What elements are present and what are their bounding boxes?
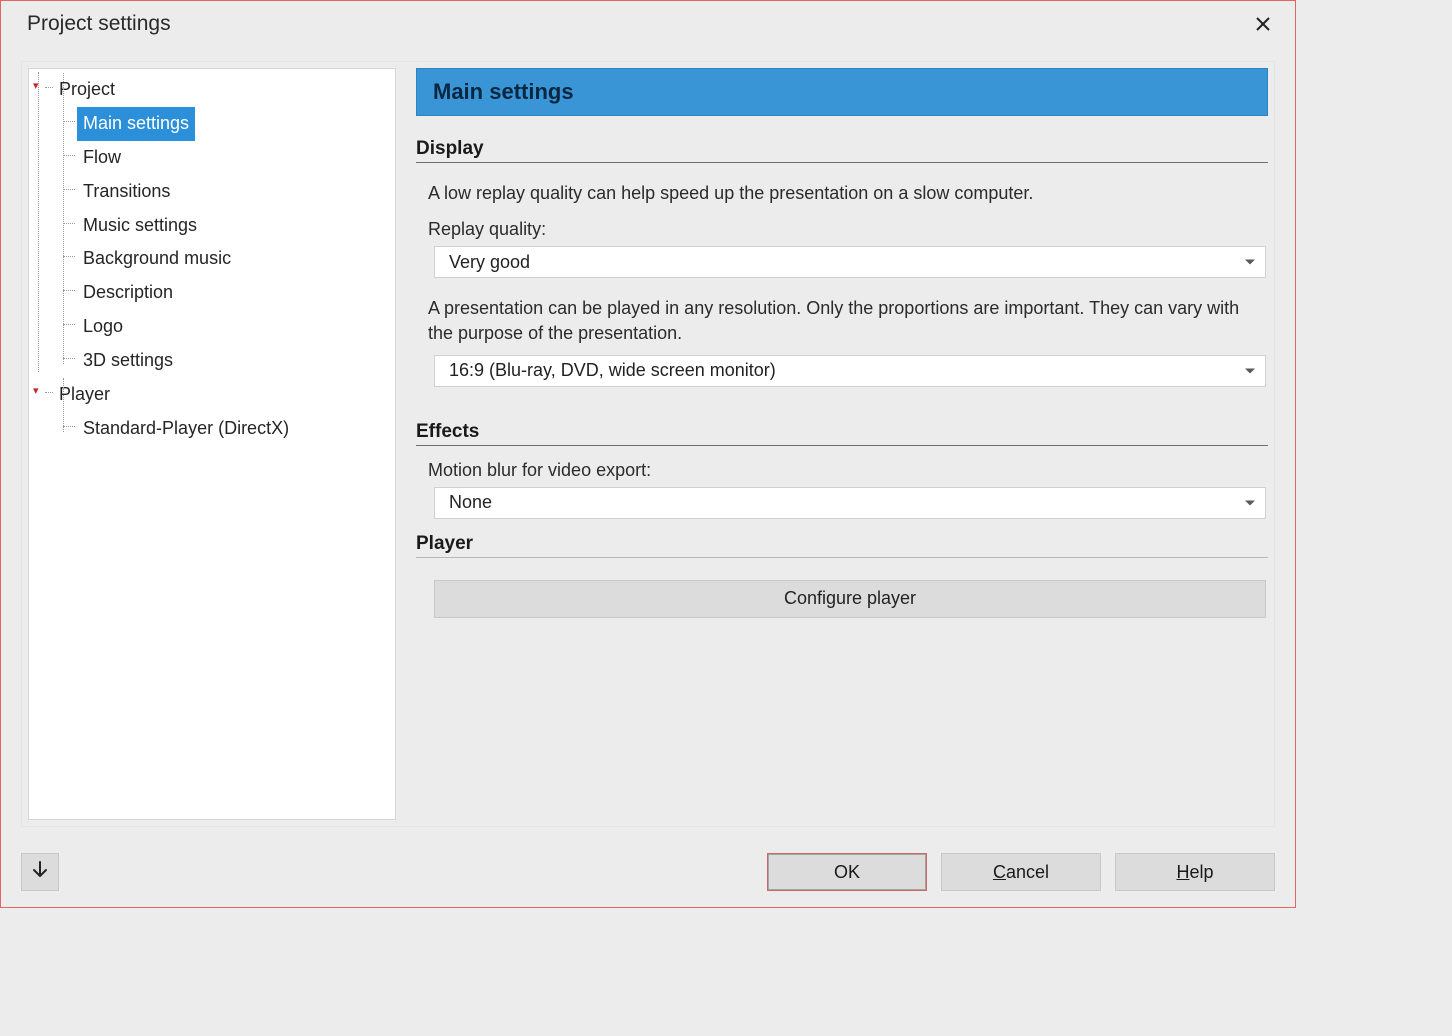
dialog-body: ▾ Project Main settings Flow Transitions… bbox=[21, 61, 1275, 827]
help-label: Help bbox=[1176, 862, 1213, 883]
collapse-icon[interactable]: ▾ bbox=[33, 384, 47, 398]
help-button[interactable]: Help bbox=[1115, 853, 1275, 891]
tree-item-3d-settings[interactable]: 3D settings bbox=[77, 344, 179, 378]
tree-item-transitions[interactable]: Transitions bbox=[77, 175, 176, 209]
display-intro-text: A low replay quality can help speed up t… bbox=[416, 181, 1268, 205]
titlebar: Project settings bbox=[1, 1, 1295, 47]
collapse-icon[interactable]: ▾ bbox=[33, 79, 47, 93]
cancel-label: Cancel bbox=[993, 862, 1049, 883]
window-title: Project settings bbox=[27, 12, 1249, 36]
tree-item-standard-player[interactable]: Standard-Player (DirectX) bbox=[77, 412, 295, 446]
section-player: Player bbox=[416, 533, 1268, 558]
close-icon[interactable] bbox=[1249, 10, 1277, 38]
cancel-button[interactable]: Cancel bbox=[941, 853, 1101, 891]
tree-item-main-settings[interactable]: Main settings bbox=[77, 107, 195, 141]
aspect-ratio-select[interactable]: 16:9 (Blu-ray, DVD, wide screen monitor) bbox=[434, 355, 1266, 387]
motion-blur-label: Motion blur for video export: bbox=[416, 460, 1268, 481]
tree-label-project[interactable]: Project bbox=[53, 73, 121, 107]
page-title: Main settings bbox=[416, 68, 1268, 116]
tree-label-player[interactable]: Player bbox=[53, 378, 116, 412]
aspect-intro-text: A presentation can be played in any reso… bbox=[416, 296, 1268, 345]
chevron-down-icon bbox=[1245, 260, 1255, 265]
section-display: Display bbox=[416, 138, 1268, 163]
tree-item-flow[interactable]: Flow bbox=[77, 141, 127, 175]
configure-player-button[interactable]: Configure player bbox=[434, 580, 1266, 618]
chevron-down-icon bbox=[1245, 500, 1255, 505]
dialog-footer: OK Cancel Help bbox=[1, 837, 1295, 907]
configure-player-label: Configure player bbox=[784, 588, 916, 609]
tree-node-player[interactable]: ▾ Player Standard-Player (DirectX) bbox=[29, 378, 395, 446]
aspect-ratio-value: 16:9 (Blu-ray, DVD, wide screen monitor) bbox=[449, 360, 776, 381]
tree-item-background-music[interactable]: Background music bbox=[77, 242, 237, 276]
ok-button[interactable]: OK bbox=[767, 853, 927, 891]
settings-content: Main settings Display A low replay quali… bbox=[416, 68, 1268, 820]
replay-quality-label: Replay quality: bbox=[416, 219, 1268, 240]
tree-node-project[interactable]: ▾ Project Main settings Flow Transitions… bbox=[29, 73, 395, 378]
settings-tree: ▾ Project Main settings Flow Transitions… bbox=[28, 68, 396, 820]
project-settings-dialog: Project settings ▾ Project Main settings… bbox=[0, 0, 1296, 908]
tree-item-logo[interactable]: Logo bbox=[77, 310, 129, 344]
motion-blur-value: None bbox=[449, 492, 492, 513]
tree-item-music-settings[interactable]: Music settings bbox=[77, 209, 203, 243]
arrow-down-icon bbox=[32, 861, 48, 884]
section-effects: Effects bbox=[416, 421, 1268, 446]
ok-label: OK bbox=[834, 862, 860, 883]
replay-quality-value: Very good bbox=[449, 252, 530, 273]
download-button[interactable] bbox=[21, 853, 59, 891]
replay-quality-select[interactable]: Very good bbox=[434, 246, 1266, 278]
chevron-down-icon bbox=[1245, 368, 1255, 373]
motion-blur-select[interactable]: None bbox=[434, 487, 1266, 519]
tree-item-description[interactable]: Description bbox=[77, 276, 179, 310]
